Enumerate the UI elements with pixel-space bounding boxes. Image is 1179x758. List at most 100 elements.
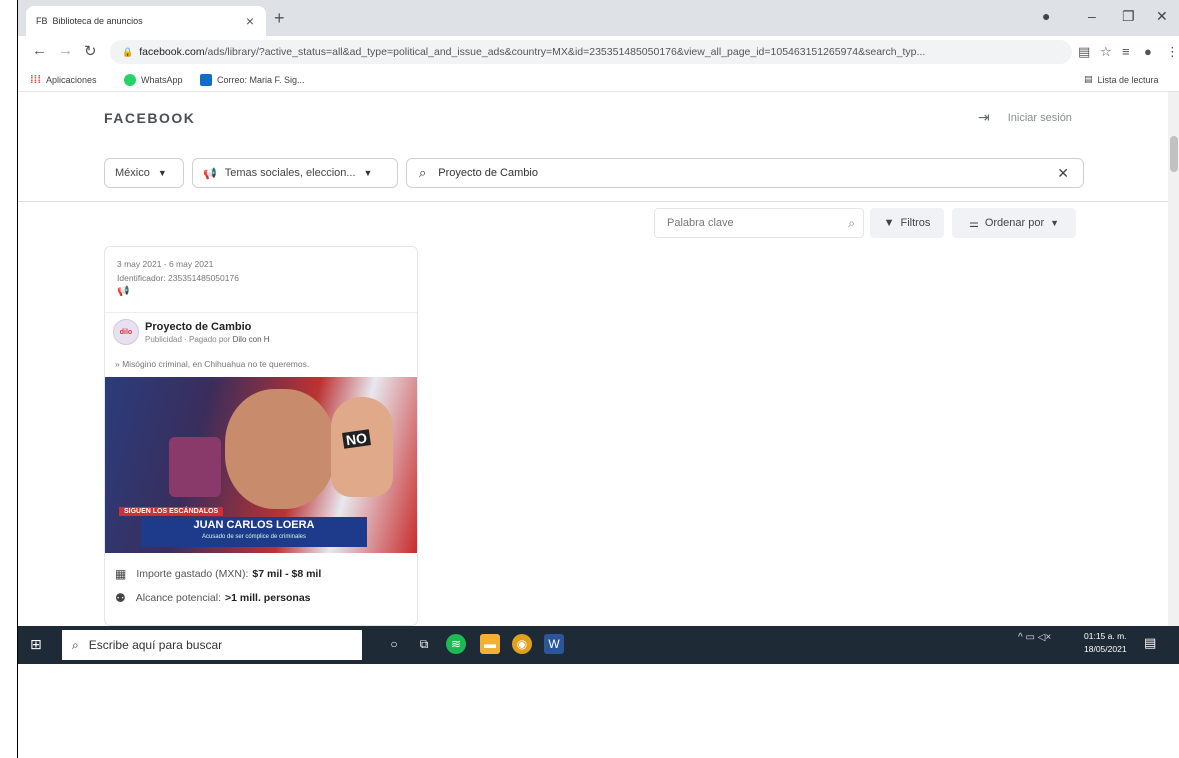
- address-bar[interactable]: 🔒 facebook.com /ads/library/?active_stat…: [110, 40, 1072, 64]
- reading-list-icon: ▤: [1084, 74, 1093, 84]
- filters-button[interactable]: ▼ Filtros: [870, 208, 944, 238]
- task-view-icon[interactable]: ⧉: [414, 634, 434, 654]
- caret-down-icon: ▼: [157, 168, 167, 178]
- taskbar-search[interactable]: ⌕ Escribe aquí para buscar: [62, 630, 362, 660]
- image-tag: SIGUEN LOS ESCÁNDALOS: [119, 507, 224, 516]
- amount-spent: ▦ Importe gastado (MXN): $7 mil - $8 mil: [115, 567, 321, 581]
- advertiser: dilo Proyecto de Cambio Publicidad · Pag…: [113, 319, 270, 345]
- whatsapp-icon: [124, 74, 136, 86]
- people-icon: ⚉: [115, 591, 126, 605]
- caret-down-icon: ▼: [1050, 218, 1060, 228]
- keyword-placeholder: Palabra clave: [667, 217, 734, 229]
- restore-icon[interactable]: ❐: [1122, 8, 1135, 25]
- spent-label: Importe gastado (MXN):: [136, 568, 249, 580]
- close-tab-icon[interactable]: ×: [246, 13, 254, 29]
- country-dropdown[interactable]: México ▼: [104, 158, 184, 188]
- clock-date: 18/05/2021: [1084, 644, 1127, 654]
- ad-image[interactable]: NO SIGUEN LOS ESCÁNDALOS JUAN CARLOS LOE…: [105, 377, 417, 553]
- word-icon[interactable]: W: [544, 634, 564, 654]
- receipt-icon: ▦: [115, 567, 127, 581]
- filter-icon: ▼: [883, 217, 895, 229]
- reach-label: Alcance potencial:: [135, 592, 221, 604]
- minimize-icon[interactable]: –: [1088, 8, 1096, 24]
- clear-search-icon[interactable]: ✕: [1057, 165, 1069, 182]
- login-icon: ⇥: [978, 109, 990, 125]
- image-banner: JUAN CARLOS LOERA Acusado de ser cómplic…: [141, 517, 367, 547]
- caret-down-icon: ▼: [363, 168, 373, 178]
- advertiser-name[interactable]: Proyecto de Cambio: [145, 321, 270, 333]
- search-icon: ⌕: [848, 216, 855, 230]
- megaphone-icon: 📢: [117, 286, 130, 297]
- sponsored-line: Publicidad · Pagado por Dilo con H: [145, 335, 270, 344]
- tab-strip: FB Biblioteca de anuncios × + ● – ❐ ✕: [18, 0, 1179, 36]
- profile-dot-icon[interactable]: ●: [1042, 8, 1050, 24]
- system-tray-icons[interactable]: ^ ▭ ◁×: [1018, 632, 1051, 643]
- bottle-shape: [169, 437, 221, 497]
- apps-grid-icon: ⁞⁞⁞: [30, 74, 41, 86]
- filters-label: Filtros: [900, 217, 931, 229]
- windows-start-icon[interactable]: ⊞: [30, 636, 42, 653]
- sponsored-prefix: Publicidad · Pagado por: [145, 334, 231, 344]
- reach-value: >1 mill. personas: [225, 592, 311, 604]
- back-icon[interactable]: ←: [32, 42, 47, 59]
- bookmarks-bar: ⁞⁞⁞ Aplicaciones WhatsApp Correo: Maria …: [18, 68, 1179, 92]
- fb-header: FACEBOOK ⇥ Iniciar sesión México ▼ 📢 Tem…: [18, 92, 1168, 202]
- url-path: /ads/library/?active_status=all&ad_type=…: [204, 46, 926, 58]
- megaphone-icon: 📢: [203, 167, 217, 180]
- favicon: FB: [36, 16, 48, 26]
- reload-icon[interactable]: ↻: [84, 42, 97, 60]
- sort-icon: ⚌: [968, 217, 979, 230]
- image-title: JUAN CARLOS LOERA: [193, 519, 315, 531]
- reading-mode-icon[interactable]: ≡: [1122, 44, 1130, 59]
- file-explorer-icon[interactable]: ▬: [480, 634, 500, 654]
- menu-icon[interactable]: ⋮: [1166, 44, 1179, 60]
- face-shape: [225, 389, 335, 509]
- browser-tab[interactable]: FB Biblioteca de anuncios ×: [26, 6, 266, 36]
- screenshot-frame: FB Biblioteca de anuncios × + ● – ❐ ✕ ← …: [17, 0, 1179, 758]
- ad-meta: 3 may 2021 - 6 may 2021 Identificador: 2…: [105, 247, 417, 313]
- search-query: Proyecto de Cambio: [438, 167, 538, 179]
- login-button[interactable]: ⇥ Iniciar sesión: [978, 109, 1072, 126]
- tab-title: Biblioteca de anuncios: [52, 16, 143, 26]
- potential-reach: ⚉ Alcance potencial: >1 mill. personas: [115, 591, 311, 605]
- bookmark-whatsapp[interactable]: WhatsApp: [124, 74, 183, 86]
- forward-icon[interactable]: →: [58, 42, 73, 59]
- profile-icon[interactable]: ●: [1144, 44, 1152, 59]
- translate-icon[interactable]: ▤: [1078, 44, 1090, 60]
- windows-taskbar: ⊞ ⌕ Escribe aquí para buscar ○ ⧉ ≋ ▬ ◉ W…: [18, 626, 1179, 664]
- bookmark-label: Correo: Maria F. Sig...: [217, 75, 305, 85]
- page-scrollbar[interactable]: [1168, 92, 1179, 626]
- taskbar-clock[interactable]: 01:15 a. m. 18/05/2021: [1084, 630, 1127, 656]
- ad-text: » Misógino criminal, en Chihuahua no te …: [115, 359, 310, 369]
- keyword-input[interactable]: Palabra clave ⌕: [654, 208, 864, 238]
- ad-id: Identificador: 235351485050176: [117, 273, 239, 283]
- spotify-icon[interactable]: ≋: [446, 634, 466, 654]
- paid-by: Dilo con H: [232, 334, 270, 344]
- close-window-icon[interactable]: ✕: [1156, 8, 1168, 25]
- ad-category-label: Temas sociales, eleccion...: [224, 167, 356, 179]
- reading-list[interactable]: ▤ Lista de lectura: [1084, 74, 1159, 85]
- search-input[interactable]: ⌕ Proyecto de Cambio ✕: [406, 158, 1084, 188]
- country-label: México: [115, 167, 150, 179]
- bookmark-label: Aplicaciones: [46, 75, 97, 85]
- browser-toolbar: ← → ↻ 🔒 facebook.com /ads/library/?activ…: [18, 36, 1179, 68]
- scroll-thumb[interactable]: [1170, 136, 1178, 172]
- ad-category-dropdown[interactable]: 📢 Temas sociales, eleccion... ▼: [192, 158, 398, 188]
- cortana-icon[interactable]: ○: [384, 634, 404, 654]
- bookmark-apps[interactable]: ⁞⁞⁞ Aplicaciones: [30, 74, 97, 86]
- notification-icon[interactable]: ▤: [1144, 635, 1156, 651]
- facebook-logo[interactable]: FACEBOOK: [104, 110, 195, 126]
- search-icon: ⌕: [419, 165, 427, 180]
- sort-label: Ordenar por: [984, 217, 1045, 229]
- sort-button[interactable]: ⚌ Ordenar por ▼: [952, 208, 1076, 238]
- avatar[interactable]: dilo: [113, 319, 139, 345]
- search-icon: ⌕: [72, 637, 79, 652]
- hand-shape: [331, 397, 393, 497]
- bookmark-mail[interactable]: Correo: Maria F. Sig...: [200, 74, 305, 86]
- spent-value: $7 mil - $8 mil: [252, 568, 322, 580]
- chrome-icon[interactable]: ◉: [512, 634, 532, 654]
- star-icon[interactable]: ☆: [1100, 44, 1112, 60]
- new-tab-icon[interactable]: +: [274, 8, 285, 29]
- reading-list-label: Lista de lectura: [1097, 74, 1159, 85]
- lock-icon: 🔒: [122, 46, 134, 57]
